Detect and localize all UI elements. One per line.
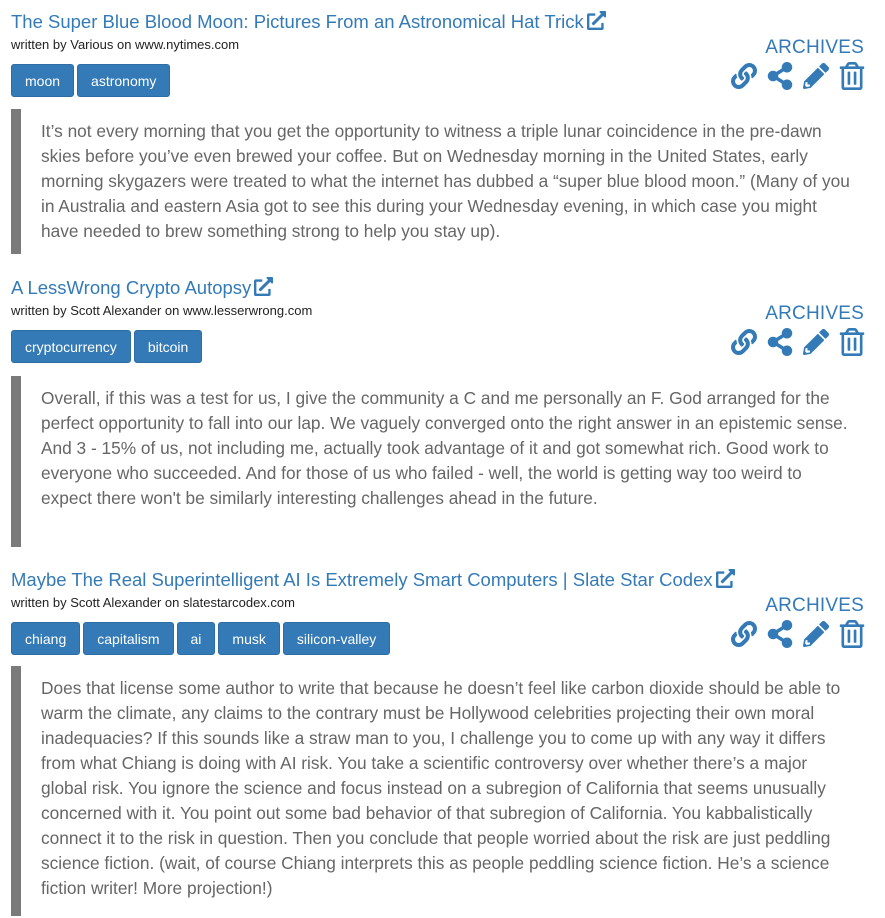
article-excerpt: Overall, if this was a test for us, I gi… (11, 376, 856, 547)
article-actions (730, 620, 865, 648)
link-icon (730, 328, 757, 356)
link-button[interactable] (730, 62, 757, 90)
share-icon (767, 328, 793, 356)
tag-list: chiang capitalism ai musk silicon-valley (11, 622, 391, 655)
edit-button[interactable] (803, 620, 829, 648)
edit-button[interactable] (803, 62, 829, 90)
external-link-icon (715, 569, 735, 588)
tag[interactable]: chiang (11, 622, 81, 655)
share-button[interactable] (767, 62, 793, 90)
trash-icon (839, 620, 865, 648)
pencil-icon (803, 621, 829, 648)
share-icon (767, 62, 793, 90)
trash-icon (839, 328, 865, 356)
pencil-icon (803, 329, 829, 356)
article-actions (730, 328, 865, 356)
tag-list: moon astronomy (11, 64, 171, 97)
article-excerpt: Does that license some author to write t… (11, 666, 856, 916)
article-byline: written by Various on www.nytimes.com (11, 37, 240, 52)
article-excerpt: It’s not every morning that you get the … (11, 109, 856, 254)
delete-button[interactable] (839, 328, 865, 356)
article-title: The Super Blue Blood Moon: Pictures From… (11, 11, 584, 32)
archives-link[interactable]: ARCHIVES (765, 303, 864, 325)
external-link-icon (254, 277, 274, 296)
tag[interactable]: musk (218, 622, 280, 655)
tag[interactable]: moon (11, 64, 75, 97)
article-byline: written by Scott Alexander on www.lesser… (11, 303, 313, 318)
article-title: Maybe The Real Superintelligent AI Is Ex… (11, 569, 713, 590)
delete-button[interactable] (839, 620, 865, 648)
archives-link[interactable]: ARCHIVES (765, 37, 864, 59)
tag[interactable]: bitcoin (133, 330, 203, 363)
article-title-link[interactable]: The Super Blue Blood Moon: Pictures From… (11, 10, 606, 34)
tag[interactable]: silicon-valley (282, 622, 391, 655)
article-byline: written by Scott Alexander on slatestarc… (11, 595, 295, 610)
archives-link[interactable]: ARCHIVES (765, 595, 864, 617)
article-title-link[interactable]: A LessWrong Crypto Autopsy (11, 276, 274, 300)
tag[interactable]: capitalism (83, 622, 174, 655)
external-link-icon (586, 11, 606, 30)
tag-list: cryptocurrency bitcoin (11, 330, 203, 363)
tag[interactable]: astronomy (77, 64, 171, 97)
article-actions (730, 62, 865, 90)
article-title: A LessWrong Crypto Autopsy (11, 277, 252, 298)
tag[interactable]: cryptocurrency (11, 330, 131, 363)
tag[interactable]: ai (176, 622, 216, 655)
share-icon (767, 620, 793, 648)
pencil-icon (803, 63, 829, 90)
delete-button[interactable] (839, 62, 865, 90)
link-icon (730, 62, 757, 90)
article-title-link[interactable]: Maybe The Real Superintelligent AI Is Ex… (11, 568, 735, 592)
link-icon (730, 620, 757, 648)
share-button[interactable] (767, 328, 793, 356)
link-button[interactable] (730, 328, 757, 356)
link-button[interactable] (730, 620, 757, 648)
trash-icon (839, 62, 865, 90)
share-button[interactable] (767, 620, 793, 648)
edit-button[interactable] (803, 328, 829, 356)
